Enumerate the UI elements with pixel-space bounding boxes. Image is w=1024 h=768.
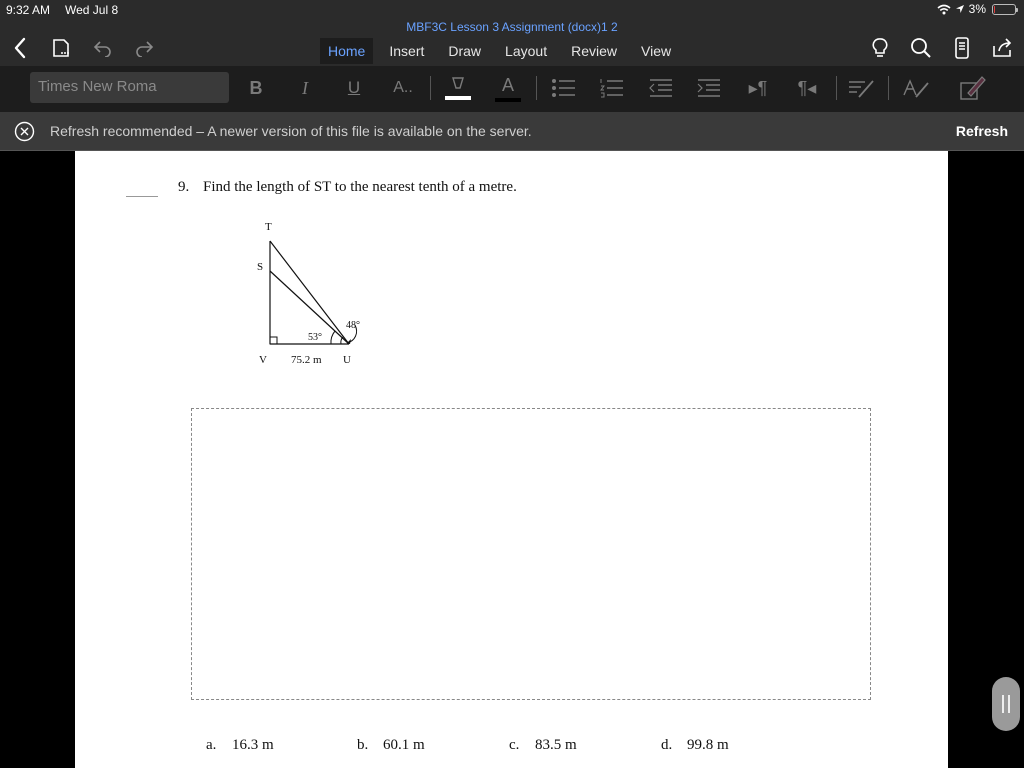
ribbon-divider <box>836 76 837 100</box>
choice-value: 60.1 m <box>383 737 425 753</box>
scroll-handle[interactable] <box>992 677 1020 731</box>
tab-view[interactable]: View <box>633 38 679 64</box>
status-date: Wed Jul 8 <box>65 3 119 17</box>
right-angle-mark <box>269 336 278 345</box>
ribbon-divider <box>536 76 537 100</box>
home-ribbon: Times New Roma B I U A.. A ▸¶ ¶◂ <box>0 66 1024 112</box>
refresh-button[interactable]: Refresh <box>956 123 1008 139</box>
bullet-list-icon <box>552 79 575 97</box>
font-color-label: A <box>501 74 514 95</box>
ribbon-tabs: Home Insert Draw Layout Review View <box>320 38 687 64</box>
close-icon[interactable] <box>14 121 35 142</box>
underline-button[interactable]: U <box>338 73 370 103</box>
tab-draw[interactable]: Draw <box>440 38 489 64</box>
outdent-icon <box>649 79 672 97</box>
answer-blank-line <box>126 196 158 197</box>
document-title[interactable]: MBF3C Lesson 3 Assignment (docx)1 2 <box>0 20 1024 34</box>
battery-percent: 3% <box>968 2 986 16</box>
base-length-label: 75.2 m <box>291 354 322 366</box>
ltr-paragraph-icon: ▸¶ <box>748 77 768 98</box>
rtl-paragraph-button[interactable]: ¶◂ <box>791 73 823 103</box>
choice-letter: b. <box>357 737 369 753</box>
label-u: U <box>343 354 351 366</box>
nav-row: Home Insert Draw Layout Review View <box>0 34 1024 66</box>
refresh-infobar: Refresh recommended – A newer version of… <box>0 112 1024 151</box>
infobar-message: Refresh recommended – A newer version of… <box>50 123 532 139</box>
font-size-button[interactable]: A.. <box>387 73 419 103</box>
increase-indent-button[interactable] <box>693 73 725 103</box>
indent-icon <box>697 79 720 97</box>
lightbulb-icon[interactable] <box>866 34 894 62</box>
battery-fill <box>994 5 995 13</box>
styles-button[interactable] <box>845 73 877 103</box>
tab-home[interactable]: Home <box>320 38 374 64</box>
choice-d[interactable]: d. 99.8 m <box>661 737 729 754</box>
font-color-button[interactable]: A <box>492 73 524 103</box>
font-color-swatch <box>495 97 521 102</box>
answer-choices: a. 16.3 m b. 60.1 m c. 83.5 m d. 99.8 m <box>206 737 826 759</box>
share-icon[interactable] <box>988 34 1016 62</box>
answer-work-box[interactable] <box>191 408 871 700</box>
highlight-button[interactable] <box>442 73 474 103</box>
angle-48-label: 48° <box>346 320 360 331</box>
side-tu <box>269 240 350 345</box>
triangle-figure: T S V U 75.2 m 53° 48° <box>257 221 360 366</box>
bullets-button[interactable] <box>548 73 580 103</box>
question-text: Find the length of ST to the nearest ten… <box>203 179 517 195</box>
choice-letter: c. <box>509 737 520 753</box>
choice-value: 99.8 m <box>687 737 729 753</box>
italic-button[interactable]: I <box>289 73 321 103</box>
document-canvas[interactable]: 9. Find the length of ST to the nearest … <box>0 151 1024 768</box>
status-indicators: 3% <box>937 2 1018 16</box>
choice-letter: a. <box>206 737 217 753</box>
location-icon <box>955 5 964 13</box>
grip-line <box>1002 695 1004 713</box>
choice-a[interactable]: a. 16.3 m <box>206 737 274 754</box>
choice-c[interactable]: c. 83.5 m <box>509 737 577 754</box>
tab-insert[interactable]: Insert <box>381 38 432 64</box>
angle-53-label: 53° <box>308 332 322 343</box>
angle-arc-inner <box>340 336 344 345</box>
app-chrome: 9:32 AM Wed Jul 8 3% MBF3C Lesson 3 Assi… <box>0 0 1024 66</box>
choice-value: 83.5 m <box>535 737 577 753</box>
grip-line <box>1008 695 1010 713</box>
format-painter-button[interactable] <box>956 73 988 103</box>
question-number: 9. <box>178 179 190 195</box>
ribbon-divider <box>888 76 889 100</box>
back-chevron-icon[interactable] <box>6 34 34 62</box>
numbered-list-icon <box>600 79 623 98</box>
phone-view-icon[interactable] <box>948 34 976 62</box>
choice-b[interactable]: b. 60.1 m <box>357 737 425 754</box>
status-time: 9:32 AM <box>6 3 51 17</box>
decrease-indent-button[interactable] <box>645 73 677 103</box>
label-t: T <box>265 221 272 233</box>
status-bar: 9:32 AM Wed Jul 8 3% <box>0 0 1024 20</box>
rtl-paragraph-icon: ¶◂ <box>797 77 817 98</box>
styles-pen-icon <box>849 80 874 98</box>
label-s: S <box>257 261 263 273</box>
document-page[interactable]: 9. Find the length of ST to the nearest … <box>75 151 948 768</box>
clear-format-icon <box>903 79 929 98</box>
clear-formatting-button[interactable] <box>900 73 932 103</box>
tab-review[interactable]: Review <box>563 38 625 64</box>
numbering-button[interactable] <box>596 73 628 103</box>
label-v: V <box>259 354 267 366</box>
search-icon[interactable] <box>907 34 935 62</box>
file-icon[interactable] <box>48 34 76 62</box>
highlighter-icon <box>445 77 471 100</box>
bold-button[interactable]: B <box>240 73 272 103</box>
ltr-paragraph-button[interactable]: ▸¶ <box>742 73 774 103</box>
redo-icon[interactable] <box>130 34 158 62</box>
format-painter-icon <box>960 76 986 100</box>
choice-value: 16.3 m <box>232 737 274 753</box>
tab-layout[interactable]: Layout <box>497 38 555 64</box>
battery-icon <box>992 3 1018 15</box>
font-name-field[interactable]: Times New Roma <box>30 72 229 103</box>
undo-icon[interactable] <box>89 34 117 62</box>
angle-arc-53 <box>330 330 336 345</box>
wifi-icon <box>937 4 951 14</box>
ribbon-divider <box>430 76 431 100</box>
choice-letter: d. <box>661 737 673 753</box>
